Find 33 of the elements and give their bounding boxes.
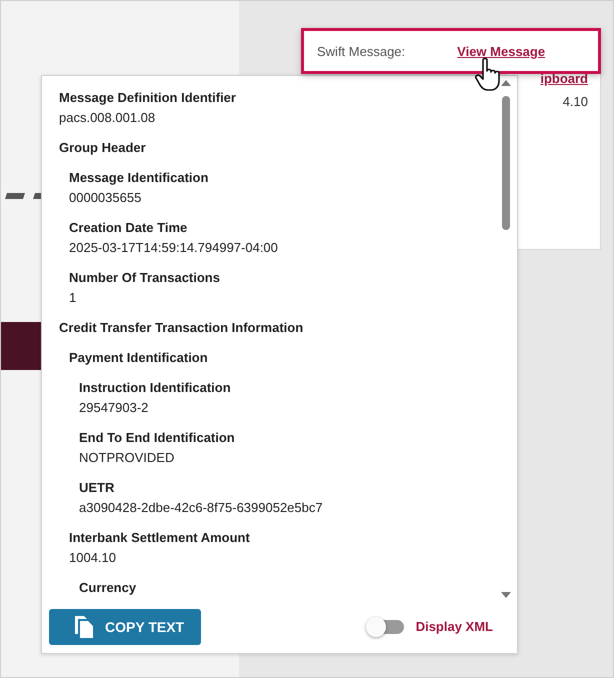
copy-text-button[interactable]: COPY TEXT: [49, 608, 201, 644]
field-label: Instruction Identification: [79, 379, 232, 397]
swift-message-label: Swift Message:: [317, 44, 406, 58]
field-value: 29547903-2: [79, 399, 150, 417]
field-label: Creation Date Time: [69, 219, 188, 237]
field-label: Message Identification: [69, 169, 210, 187]
field-label: Payment Identification: [69, 349, 209, 367]
dash-drawing: [5, 193, 41, 199]
field-value: NOTPROVIDED: [79, 449, 176, 467]
field-label: End To End Identification: [79, 429, 236, 447]
field-label: UETR: [79, 479, 116, 497]
field-value: 2025-03-17T14:59:14.794997-04:00: [69, 239, 279, 257]
scroll-up-icon[interactable]: [501, 80, 511, 86]
field-value: 1: [69, 289, 78, 307]
field-label: Credit Transfer Transaction Information: [59, 319, 304, 337]
clipboard-link[interactable]: ipboard: [540, 71, 588, 86]
field-value: 1004.10: [69, 549, 117, 567]
scrollbar-thumb[interactable]: [502, 96, 510, 230]
display-xml-label: Display XML: [416, 619, 493, 634]
field-value: 0000035655: [69, 189, 142, 207]
field-value: a3090428-2dbe-42c6-8f75-6399052e5bc7: [79, 499, 324, 517]
field-label: Group Header: [59, 139, 147, 157]
field-label: Message Definition Identifier: [59, 89, 237, 107]
field-value: pacs.008.001.08: [59, 109, 156, 127]
field-label: Interbank Settlement Amount: [69, 529, 251, 547]
view-message-link[interactable]: View Message: [457, 44, 546, 58]
field-label: Currency: [79, 579, 138, 597]
display-xml-toggle[interactable]: [368, 620, 404, 634]
field-label: Number Of Transactions: [69, 269, 221, 287]
copy-icon: [75, 616, 93, 638]
header-bar: [1, 322, 41, 370]
amount-value: 4.10: [562, 94, 588, 109]
scroll-down-icon[interactable]: [501, 592, 511, 598]
